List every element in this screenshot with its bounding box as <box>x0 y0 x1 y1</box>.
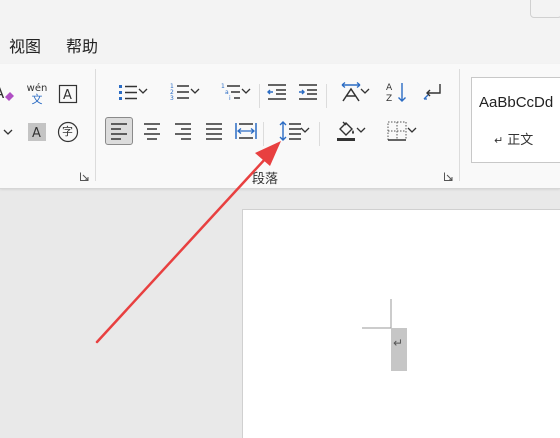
borders-button[interactable] <box>375 118 419 144</box>
chevron-down-icon <box>360 88 370 94</box>
numbering-button[interactable]: 1 2 3 <box>158 79 202 105</box>
enclose-char-label: 字 <box>62 125 73 138</box>
clear-formatting-button[interactable]: A <box>0 81 16 107</box>
align-center-button[interactable] <box>139 118 165 144</box>
character-shading-button[interactable]: A <box>26 119 48 145</box>
line-spacing-button[interactable] <box>268 118 312 144</box>
chevron-down-icon <box>3 129 13 135</box>
phonetic-guide-top: wén <box>26 82 48 94</box>
svg-text:Z: Z <box>386 94 392 104</box>
paragraph-dialog-launcher-icon[interactable] <box>444 172 453 181</box>
numbering-icon: 1 2 3 <box>170 83 189 102</box>
sort-button[interactable]: A Z <box>384 79 410 105</box>
svg-text:A: A <box>63 88 72 103</box>
decrease-indent-button[interactable] <box>264 79 290 105</box>
multilevel-list-icon: 1 a i <box>221 83 240 102</box>
chevron-down-icon <box>138 88 148 94</box>
button-separator <box>319 122 320 146</box>
increase-indent-button[interactable] <box>295 79 321 105</box>
group-separator <box>459 69 460 181</box>
bullets-icon <box>119 85 137 100</box>
increase-indent-icon <box>299 84 317 100</box>
justify-button[interactable] <box>201 118 227 144</box>
tab-view[interactable]: 视图 <box>9 33 41 57</box>
bullets-button[interactable] <box>106 79 150 105</box>
style-normal-tile[interactable]: AaBbCcDd ↵ 正文 <box>471 77 560 163</box>
style-name: ↵ 正文 <box>494 129 533 148</box>
justify-icon <box>206 123 222 140</box>
svg-text:i: i <box>229 95 231 102</box>
decrease-indent-icon <box>267 84 286 100</box>
tab-help[interactable]: 帮助 <box>66 33 98 57</box>
document-page[interactable] <box>242 209 560 438</box>
paint-bucket-icon <box>337 121 355 141</box>
svg-text:A: A <box>386 83 393 93</box>
style-paragraph-mark: ↵ <box>494 134 504 147</box>
enclose-characters-button[interactable]: 字 <box>57 119 79 145</box>
svg-text:3: 3 <box>170 95 174 102</box>
chevron-down-icon <box>407 127 417 133</box>
align-left-icon <box>111 123 127 140</box>
group-separator <box>95 69 96 181</box>
char-border-icon: A <box>58 84 78 104</box>
multilevel-list-button[interactable]: 1 a i <box>209 79 253 105</box>
align-center-icon <box>144 123 160 140</box>
button-separator <box>326 84 327 108</box>
font-color-dropdown[interactable] <box>2 119 14 145</box>
eraser-icon: A <box>0 84 14 102</box>
borders-icon <box>387 121 407 141</box>
window-control-button[interactable] <box>530 0 560 18</box>
paragraph-group-label: 段落 <box>252 172 279 187</box>
button-separator <box>259 84 260 108</box>
chevron-down-icon <box>241 88 251 94</box>
chevron-down-icon <box>300 127 310 133</box>
style-sample-text: AaBbCcDd <box>479 94 554 111</box>
font-dialog-launcher-icon[interactable] <box>80 172 89 181</box>
phonetic-guide-button[interactable]: wén 文 <box>26 79 48 109</box>
align-right-button[interactable] <box>170 118 196 144</box>
show-hide-marks-button[interactable] <box>420 79 446 105</box>
chevron-down-icon <box>356 127 366 133</box>
sort-az-icon: A Z <box>386 83 406 104</box>
paragraph-mark: ↵ <box>393 336 404 350</box>
distributed-button[interactable] <box>232 118 260 144</box>
tab-bar: 视图 帮助 <box>0 0 560 64</box>
style-name-label: 正文 <box>507 133 534 148</box>
paragraph-mark-icon <box>423 84 441 100</box>
svg-text:A: A <box>0 84 5 102</box>
svg-text:A: A <box>32 126 41 141</box>
distributed-icon <box>235 123 257 139</box>
ribbon: A wén 文 A A 字 <box>0 64 560 189</box>
align-left-button[interactable] <box>105 117 133 145</box>
text-direction-button[interactable] <box>330 79 372 105</box>
shading-button[interactable] <box>324 118 368 144</box>
button-separator <box>263 122 264 146</box>
align-right-icon <box>175 123 191 140</box>
char-shading-icon: A <box>28 123 46 141</box>
line-spacing-icon <box>279 121 301 141</box>
chevron-down-icon <box>190 88 200 94</box>
phonetic-guide-bottom: 文 <box>31 92 43 106</box>
character-border-button[interactable]: A <box>57 81 79 107</box>
